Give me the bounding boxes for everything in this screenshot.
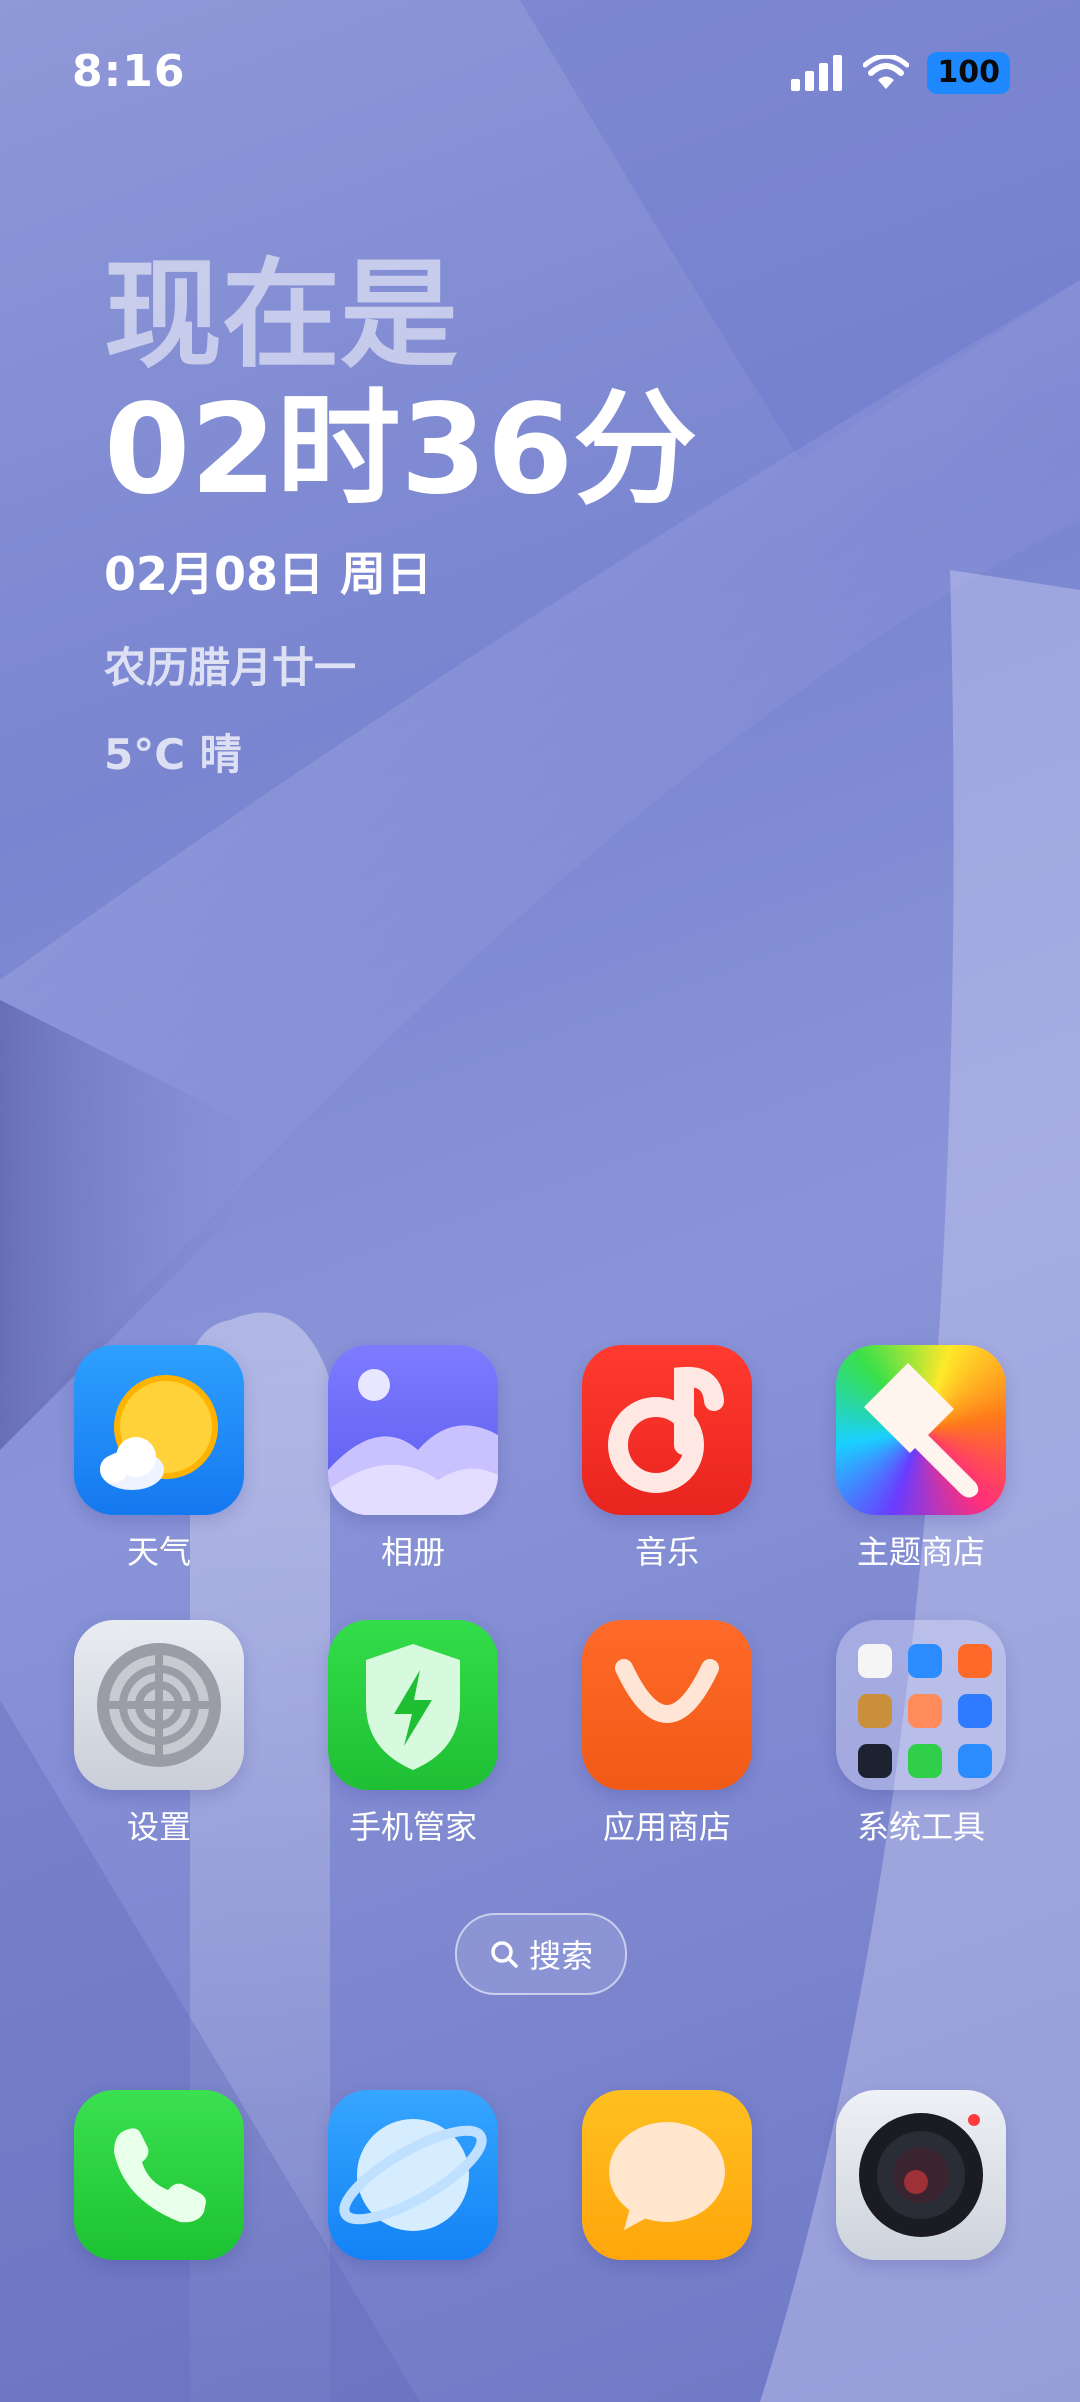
app-phone-manager[interactable]: 手机管家 xyxy=(328,1620,498,1848)
app-settings[interactable]: 设置 xyxy=(74,1620,244,1848)
app-system-tools-folder[interactable]: 系统工具 xyxy=(836,1620,1006,1848)
battery-level: 100 xyxy=(937,55,1000,90)
widget-date: 02月08日 周日 xyxy=(104,547,433,601)
folder-icon xyxy=(836,1620,1006,1790)
settings-icon xyxy=(74,1620,244,1790)
app-music[interactable]: 音乐 xyxy=(582,1345,752,1573)
app-label: 相册 xyxy=(380,1533,445,1571)
app-label: 设置 xyxy=(126,1808,191,1846)
clock-widget[interactable]: 现在是 02时36分 02月08日 周日 农历腊月廿一 5°C 晴 xyxy=(104,250,697,782)
app-label: 系统工具 xyxy=(856,1808,985,1846)
app-label: 主题商店 xyxy=(856,1533,985,1571)
search-button[interactable]: 搜索 xyxy=(455,1913,627,1995)
app-label: 手机管家 xyxy=(348,1808,477,1846)
widget-lunar-date: 农历腊月廿一 xyxy=(104,643,357,692)
dock-browser[interactable] xyxy=(328,2090,498,2260)
weather-icon xyxy=(74,1345,244,1515)
wifi-icon xyxy=(863,55,910,89)
search-icon xyxy=(491,1941,518,1968)
app-label: 音乐 xyxy=(634,1533,699,1571)
app-label: 应用商店 xyxy=(602,1808,731,1846)
phone-manager-icon xyxy=(328,1620,498,1790)
theme-store-icon xyxy=(836,1345,1006,1515)
app-theme-store[interactable]: 主题商店 xyxy=(836,1345,1006,1573)
camera-icon xyxy=(836,2090,1006,2260)
widget-weather: 5°C 晴 xyxy=(104,730,242,779)
app-store-icon xyxy=(582,1620,752,1790)
messages-icon xyxy=(582,2090,752,2260)
dock-phone[interactable] xyxy=(74,2090,244,2260)
signal-icon xyxy=(791,55,843,91)
phone-icon xyxy=(74,2090,244,2260)
app-gallery[interactable]: 相册 xyxy=(328,1345,498,1573)
status-time: 8:16 xyxy=(72,46,186,97)
app-label: 天气 xyxy=(126,1533,191,1571)
widget-prefix: 现在是 xyxy=(104,246,459,384)
status-bar: 8:16 100 xyxy=(0,0,1080,150)
dock-camera[interactable] xyxy=(836,2090,1006,2260)
gallery-icon xyxy=(328,1345,498,1515)
browser-icon xyxy=(328,2090,498,2260)
search-label: 搜索 xyxy=(528,1937,593,1975)
music-icon xyxy=(582,1345,752,1515)
app-weather[interactable]: 天气 xyxy=(74,1345,244,1573)
dock-messages[interactable] xyxy=(582,2090,752,2260)
widget-time: 02时36分 xyxy=(104,378,698,522)
app-app-store[interactable]: 应用商店 xyxy=(582,1620,752,1848)
battery-icon: 100 xyxy=(927,52,1010,94)
